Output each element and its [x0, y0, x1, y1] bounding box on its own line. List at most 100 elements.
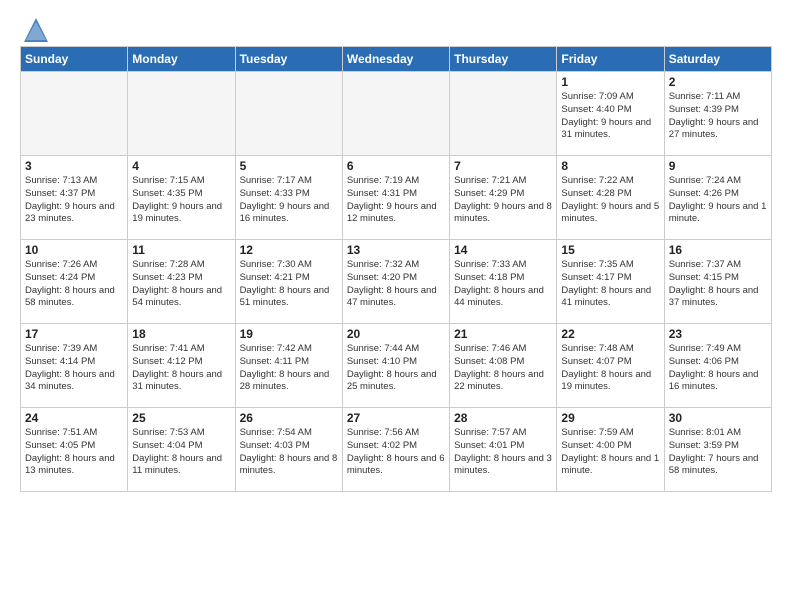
- day-info: Sunrise: 7:39 AM Sunset: 4:14 PM Dayligh…: [25, 343, 123, 394]
- day-info: Sunrise: 7:53 AM Sunset: 4:04 PM Dayligh…: [132, 427, 230, 478]
- weekday-header-friday: Friday: [557, 47, 664, 72]
- day-number: 14: [454, 243, 552, 257]
- day-info: Sunrise: 7:42 AM Sunset: 4:11 PM Dayligh…: [240, 343, 338, 394]
- day-info: Sunrise: 7:24 AM Sunset: 4:26 PM Dayligh…: [669, 175, 767, 226]
- week-row-2: 3 Sunrise: 7:13 AM Sunset: 4:37 PM Daylig…: [21, 156, 772, 240]
- calendar-cell: 6 Sunrise: 7:19 AM Sunset: 4:31 PM Daylig…: [342, 156, 449, 240]
- calendar-cell: 4 Sunrise: 7:15 AM Sunset: 4:35 PM Daylig…: [128, 156, 235, 240]
- day-number: 7: [454, 159, 552, 173]
- week-row-4: 17 Sunrise: 7:39 AM Sunset: 4:14 PM Dayli…: [21, 324, 772, 408]
- day-info: Sunrise: 7:15 AM Sunset: 4:35 PM Dayligh…: [132, 175, 230, 226]
- weekday-header-sunday: Sunday: [21, 47, 128, 72]
- calendar-cell: 10 Sunrise: 7:26 AM Sunset: 4:24 PM Dayli…: [21, 240, 128, 324]
- calendar-cell: 5 Sunrise: 7:17 AM Sunset: 4:33 PM Daylig…: [235, 156, 342, 240]
- day-info: Sunrise: 7:37 AM Sunset: 4:15 PM Dayligh…: [669, 259, 767, 310]
- day-number: 1: [561, 75, 659, 89]
- day-number: 11: [132, 243, 230, 257]
- day-info: Sunrise: 7:48 AM Sunset: 4:07 PM Dayligh…: [561, 343, 659, 394]
- week-row-5: 24 Sunrise: 7:51 AM Sunset: 4:05 PM Dayli…: [21, 408, 772, 492]
- calendar-cell: 1 Sunrise: 7:09 AM Sunset: 4:40 PM Daylig…: [557, 72, 664, 156]
- day-number: 20: [347, 327, 445, 341]
- calendar-cell: 14 Sunrise: 7:33 AM Sunset: 4:18 PM Dayli…: [450, 240, 557, 324]
- day-number: 5: [240, 159, 338, 173]
- day-number: 29: [561, 411, 659, 425]
- calendar-cell: 25 Sunrise: 7:53 AM Sunset: 4:04 PM Dayli…: [128, 408, 235, 492]
- day-info: Sunrise: 7:26 AM Sunset: 4:24 PM Dayligh…: [25, 259, 123, 310]
- calendar-cell: 18Sunrise: 7:41 AM Sunset: 4:12 PM Dayli…: [128, 324, 235, 408]
- day-number: 24: [25, 411, 123, 425]
- calendar-cell: 30 Sunrise: 8:01 AM Sunset: 3:59 PM Dayli…: [664, 408, 771, 492]
- calendar-cell: 23Sunrise: 7:49 AM Sunset: 4:06 PM Dayli…: [664, 324, 771, 408]
- calendar-cell: 11 Sunrise: 7:28 AM Sunset: 4:23 PM Dayli…: [128, 240, 235, 324]
- day-info: Sunrise: 7:46 AM Sunset: 4:08 PM Dayligh…: [454, 343, 552, 394]
- calendar-table: SundayMondayTuesdayWednesdayThursdayFrid…: [20, 46, 772, 492]
- logo-icon: [22, 16, 50, 44]
- day-info: Sunrise: 7:33 AM Sunset: 4:18 PM Dayligh…: [454, 259, 552, 310]
- day-number: 26: [240, 411, 338, 425]
- calendar-cell: [128, 72, 235, 156]
- day-info: Sunrise: 7:32 AM Sunset: 4:20 PM Dayligh…: [347, 259, 445, 310]
- day-info: Sunrise: 7:19 AM Sunset: 4:31 PM Dayligh…: [347, 175, 445, 226]
- day-info: Sunrise: 7:11 AM Sunset: 4:39 PM Dayligh…: [669, 91, 767, 142]
- day-info: Sunrise: 7:30 AM Sunset: 4:21 PM Dayligh…: [240, 259, 338, 310]
- day-number: 19: [240, 327, 338, 341]
- day-number: 17: [25, 327, 123, 341]
- header-area: [20, 16, 772, 38]
- day-info: Sunrise: 7:54 AM Sunset: 4:03 PM Dayligh…: [240, 427, 338, 478]
- calendar-cell: 19 Sunrise: 7:42 AM Sunset: 4:11 PM Dayli…: [235, 324, 342, 408]
- week-row-3: 10 Sunrise: 7:26 AM Sunset: 4:24 PM Dayli…: [21, 240, 772, 324]
- day-number: 13: [347, 243, 445, 257]
- day-info: Sunrise: 7:57 AM Sunset: 4:01 PM Dayligh…: [454, 427, 552, 478]
- calendar-cell: 9 Sunrise: 7:24 AM Sunset: 4:26 PM Daylig…: [664, 156, 771, 240]
- day-number: 6: [347, 159, 445, 173]
- calendar-cell: 28Sunrise: 7:57 AM Sunset: 4:01 PM Dayli…: [450, 408, 557, 492]
- day-number: 18: [132, 327, 230, 341]
- calendar-cell: [342, 72, 449, 156]
- day-info: Sunrise: 7:22 AM Sunset: 4:28 PM Dayligh…: [561, 175, 659, 226]
- day-info: Sunrise: 7:17 AM Sunset: 4:33 PM Dayligh…: [240, 175, 338, 226]
- day-info: Sunrise: 7:49 AM Sunset: 4:06 PM Dayligh…: [669, 343, 767, 394]
- day-number: 10: [25, 243, 123, 257]
- calendar-cell: 22 Sunrise: 7:48 AM Sunset: 4:07 PM Dayli…: [557, 324, 664, 408]
- day-number: 27: [347, 411, 445, 425]
- weekday-header-tuesday: Tuesday: [235, 47, 342, 72]
- calendar-cell: 16Sunrise: 7:37 AM Sunset: 4:15 PM Dayli…: [664, 240, 771, 324]
- day-info: Sunrise: 7:35 AM Sunset: 4:17 PM Dayligh…: [561, 259, 659, 310]
- day-number: 25: [132, 411, 230, 425]
- day-number: 4: [132, 159, 230, 173]
- weekday-header-saturday: Saturday: [664, 47, 771, 72]
- calendar-cell: 8Sunrise: 7:22 AM Sunset: 4:28 PM Daylig…: [557, 156, 664, 240]
- day-number: 30: [669, 411, 767, 425]
- page: SundayMondayTuesdayWednesdayThursdayFrid…: [0, 0, 792, 502]
- day-info: Sunrise: 7:28 AM Sunset: 4:23 PM Dayligh…: [132, 259, 230, 310]
- day-number: 9: [669, 159, 767, 173]
- day-info: Sunrise: 7:09 AM Sunset: 4:40 PM Dayligh…: [561, 91, 659, 142]
- day-info: Sunrise: 8:01 AM Sunset: 3:59 PM Dayligh…: [669, 427, 767, 478]
- calendar-cell: 21 Sunrise: 7:46 AM Sunset: 4:08 PM Dayli…: [450, 324, 557, 408]
- calendar-cell: [21, 72, 128, 156]
- calendar-cell: 20Sunrise: 7:44 AM Sunset: 4:10 PM Dayli…: [342, 324, 449, 408]
- calendar-cell: 24 Sunrise: 7:51 AM Sunset: 4:05 PM Dayli…: [21, 408, 128, 492]
- calendar-cell: 7Sunrise: 7:21 AM Sunset: 4:29 PM Daylig…: [450, 156, 557, 240]
- calendar-cell: [450, 72, 557, 156]
- header-row: SundayMondayTuesdayWednesdayThursdayFrid…: [21, 47, 772, 72]
- calendar-cell: 17 Sunrise: 7:39 AM Sunset: 4:14 PM Dayli…: [21, 324, 128, 408]
- calendar-cell: [235, 72, 342, 156]
- day-number: 12: [240, 243, 338, 257]
- calendar-cell: 26 Sunrise: 7:54 AM Sunset: 4:03 PM Dayli…: [235, 408, 342, 492]
- day-number: 21: [454, 327, 552, 341]
- day-info: Sunrise: 7:56 AM Sunset: 4:02 PM Dayligh…: [347, 427, 445, 478]
- day-number: 3: [25, 159, 123, 173]
- calendar-cell: 3 Sunrise: 7:13 AM Sunset: 4:37 PM Daylig…: [21, 156, 128, 240]
- calendar-cell: 2Sunrise: 7:11 AM Sunset: 4:39 PM Daylig…: [664, 72, 771, 156]
- calendar-cell: 29 Sunrise: 7:59 AM Sunset: 4:00 PM Dayli…: [557, 408, 664, 492]
- day-info: Sunrise: 7:13 AM Sunset: 4:37 PM Dayligh…: [25, 175, 123, 226]
- day-info: Sunrise: 7:59 AM Sunset: 4:00 PM Dayligh…: [561, 427, 659, 478]
- logo: [20, 16, 50, 38]
- calendar-cell: 27 Sunrise: 7:56 AM Sunset: 4:02 PM Dayli…: [342, 408, 449, 492]
- calendar-cell: 12 Sunrise: 7:30 AM Sunset: 4:21 PM Dayli…: [235, 240, 342, 324]
- day-info: Sunrise: 7:51 AM Sunset: 4:05 PM Dayligh…: [25, 427, 123, 478]
- calendar-cell: 13 Sunrise: 7:32 AM Sunset: 4:20 PM Dayli…: [342, 240, 449, 324]
- day-number: 22: [561, 327, 659, 341]
- calendar-cell: 15Sunrise: 7:35 AM Sunset: 4:17 PM Dayli…: [557, 240, 664, 324]
